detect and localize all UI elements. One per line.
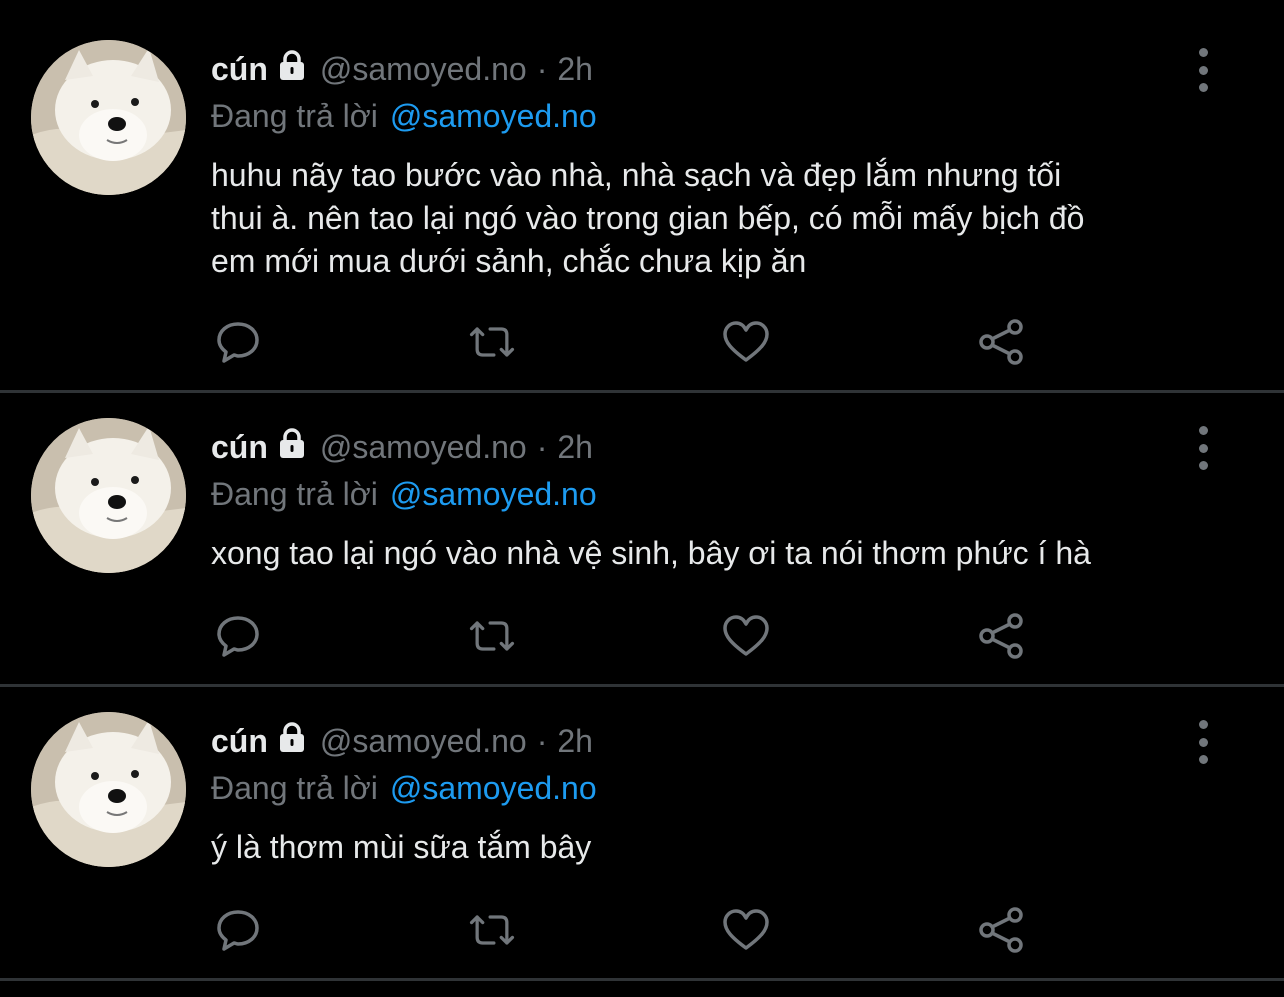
avatar[interactable] bbox=[31, 40, 186, 195]
lock-icon bbox=[276, 721, 308, 761]
tweet[interactable]: cún @samoyed.no · 2h Đang trả lời @samoy… bbox=[0, 393, 1284, 687]
like-button[interactable] bbox=[720, 904, 772, 956]
timestamp[interactable]: 2h bbox=[557, 51, 593, 88]
separator: · bbox=[536, 50, 548, 87]
share-button[interactable] bbox=[976, 904, 1028, 956]
share-icon bbox=[979, 613, 1023, 659]
display-name[interactable]: cún bbox=[211, 429, 268, 466]
heart-icon bbox=[723, 615, 769, 656]
tweet-text-line: thui à. nên tao lại ngó vào trong gian b… bbox=[211, 200, 1085, 236]
reply-icon bbox=[217, 616, 259, 657]
tweet-header: cún @samoyed.no · 2h bbox=[211, 427, 593, 467]
replying-to-handle[interactable]: @samoyed.no bbox=[390, 476, 597, 513]
tweet[interactable]: cún @samoyed.no · 2h Đang trả lời @samoy… bbox=[0, 687, 1284, 981]
separator: · bbox=[536, 722, 548, 759]
replying-to-label: Đang trả lời bbox=[211, 769, 378, 806]
timestamp[interactable]: 2h bbox=[557, 429, 593, 466]
replying-to: Đang trả lời @samoyed.no bbox=[211, 96, 597, 136]
tweet[interactable]: cún @samoyed.no · 2h Đang trả lời @samoy… bbox=[0, 0, 1284, 393]
reply-button[interactable] bbox=[212, 316, 264, 368]
share-button[interactable] bbox=[976, 316, 1028, 368]
user-handle[interactable]: @samoyed.no bbox=[320, 429, 527, 466]
replying-to: Đang trả lời @samoyed.no bbox=[211, 474, 597, 514]
tweet-text-line: huhu nãy tao bước vào nhà, nhà sạch và đ… bbox=[211, 157, 1062, 193]
reply-icon bbox=[217, 910, 259, 951]
more-vertical-icon[interactable] bbox=[1188, 720, 1218, 764]
tweet-text: xong tao lại ngó vào nhà vệ sinh, bây ơi… bbox=[211, 532, 1251, 575]
tweet-header: cún @samoyed.no · 2h bbox=[211, 49, 593, 89]
share-icon bbox=[979, 319, 1023, 365]
display-name[interactable]: cún bbox=[211, 723, 268, 760]
like-button[interactable] bbox=[720, 610, 772, 662]
tweet-text: ý là thơm mùi sữa tắm bây bbox=[211, 826, 1251, 869]
replying-to-label: Đang trả lời bbox=[211, 97, 378, 134]
reply-button[interactable] bbox=[212, 610, 264, 662]
user-handle[interactable]: @samoyed.no bbox=[320, 51, 527, 88]
lock-icon bbox=[276, 427, 308, 467]
lock-icon bbox=[276, 49, 308, 89]
like-button[interactable] bbox=[720, 316, 772, 368]
replying-to: Đang trả lời @samoyed.no bbox=[211, 768, 597, 808]
tweet-text-line: ý là thơm mùi sữa tắm bây bbox=[211, 829, 592, 865]
retweet-button[interactable] bbox=[466, 904, 518, 956]
separator: · bbox=[536, 428, 548, 465]
tweet-header: cún @samoyed.no · 2h bbox=[211, 721, 593, 761]
avatar[interactable] bbox=[31, 418, 186, 573]
more-vertical-icon[interactable] bbox=[1188, 426, 1218, 470]
more-vertical-icon[interactable] bbox=[1188, 48, 1218, 92]
retweet-icon bbox=[469, 915, 515, 945]
avatar[interactable] bbox=[31, 712, 186, 867]
display-name[interactable]: cún bbox=[211, 51, 268, 88]
share-button[interactable] bbox=[976, 610, 1028, 662]
timestamp[interactable]: 2h bbox=[557, 723, 593, 760]
tweet-feed: cún @samoyed.no · 2h Đang trả lời @samoy… bbox=[0, 0, 1284, 997]
tweet-text: huhu nãy tao bước vào nhà, nhà sạch và đ… bbox=[211, 154, 1251, 283]
heart-icon bbox=[723, 321, 769, 362]
retweet-icon bbox=[469, 327, 515, 357]
tweet-text-line: xong tao lại ngó vào nhà vệ sinh, bây ơi… bbox=[211, 535, 1091, 571]
user-handle[interactable]: @samoyed.no bbox=[320, 723, 527, 760]
retweet-button[interactable] bbox=[466, 610, 518, 662]
replying-to-label: Đang trả lời bbox=[211, 475, 378, 512]
share-icon bbox=[979, 907, 1023, 953]
reply-button[interactable] bbox=[212, 904, 264, 956]
tweet-text-line: em mới mua dưới sảnh, chắc chưa kịp ăn bbox=[211, 243, 807, 279]
reply-icon bbox=[217, 322, 259, 363]
heart-icon bbox=[723, 909, 769, 950]
replying-to-handle[interactable]: @samoyed.no bbox=[390, 98, 597, 135]
retweet-icon bbox=[469, 621, 515, 651]
retweet-button[interactable] bbox=[466, 316, 518, 368]
replying-to-handle[interactable]: @samoyed.no bbox=[390, 770, 597, 807]
